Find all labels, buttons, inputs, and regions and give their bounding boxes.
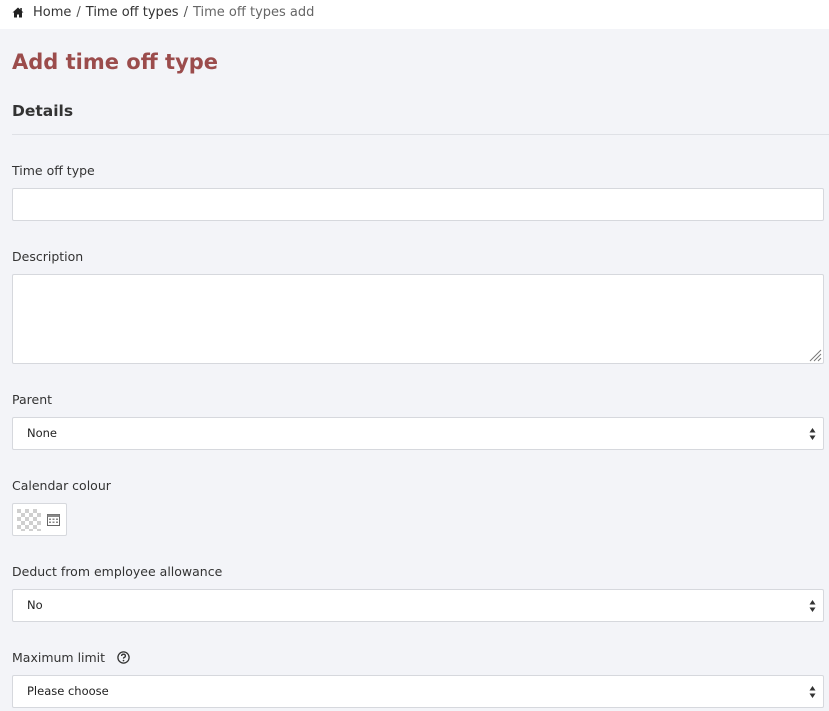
deduct-allowance-select[interactable]: No [12,589,824,622]
parent-select-value: None [27,426,58,440]
description-textarea[interactable] [12,274,824,364]
description-label: Description [12,249,84,264]
select-arrows-icon [809,600,816,612]
breadcrumb-time-off-types[interactable]: Time off types [86,5,179,20]
breadcrumb-separator: / [76,4,81,20]
select-arrows-icon [809,428,816,440]
deduct-allowance-label: Deduct from employee allowance [12,564,223,579]
transparent-swatch-icon [17,509,41,531]
section-divider [12,134,829,135]
breadcrumb-home[interactable]: Home [33,5,71,20]
home-icon[interactable] [12,7,24,18]
resize-handle-icon[interactable] [808,348,822,362]
maximum-limit-select[interactable]: Please choose [12,675,824,708]
page-title: Add time off type [12,50,219,74]
breadcrumb: Home / Time off types / Time off types a… [12,4,314,20]
deduct-allowance-select-value: No [27,598,43,612]
time-off-type-input[interactable] [12,188,824,221]
time-off-type-label: Time off type [12,163,95,178]
breadcrumb-current: Time off types add [192,4,315,20]
select-arrows-icon [809,686,816,698]
calendar-colour-picker[interactable] [12,503,67,536]
top-bar: Home / Time off types / Time off types a… [0,0,829,29]
parent-label: Parent [12,392,53,407]
breadcrumb-separator: / [183,4,188,20]
calendar-icon [47,514,60,526]
help-icon[interactable] [117,651,130,664]
maximum-limit-label: Maximum limit [12,650,106,665]
calendar-colour-label: Calendar colour [12,478,111,493]
maximum-limit-select-value: Please choose [27,684,109,698]
parent-select[interactable]: None [12,417,824,450]
section-title: Details [12,102,74,120]
